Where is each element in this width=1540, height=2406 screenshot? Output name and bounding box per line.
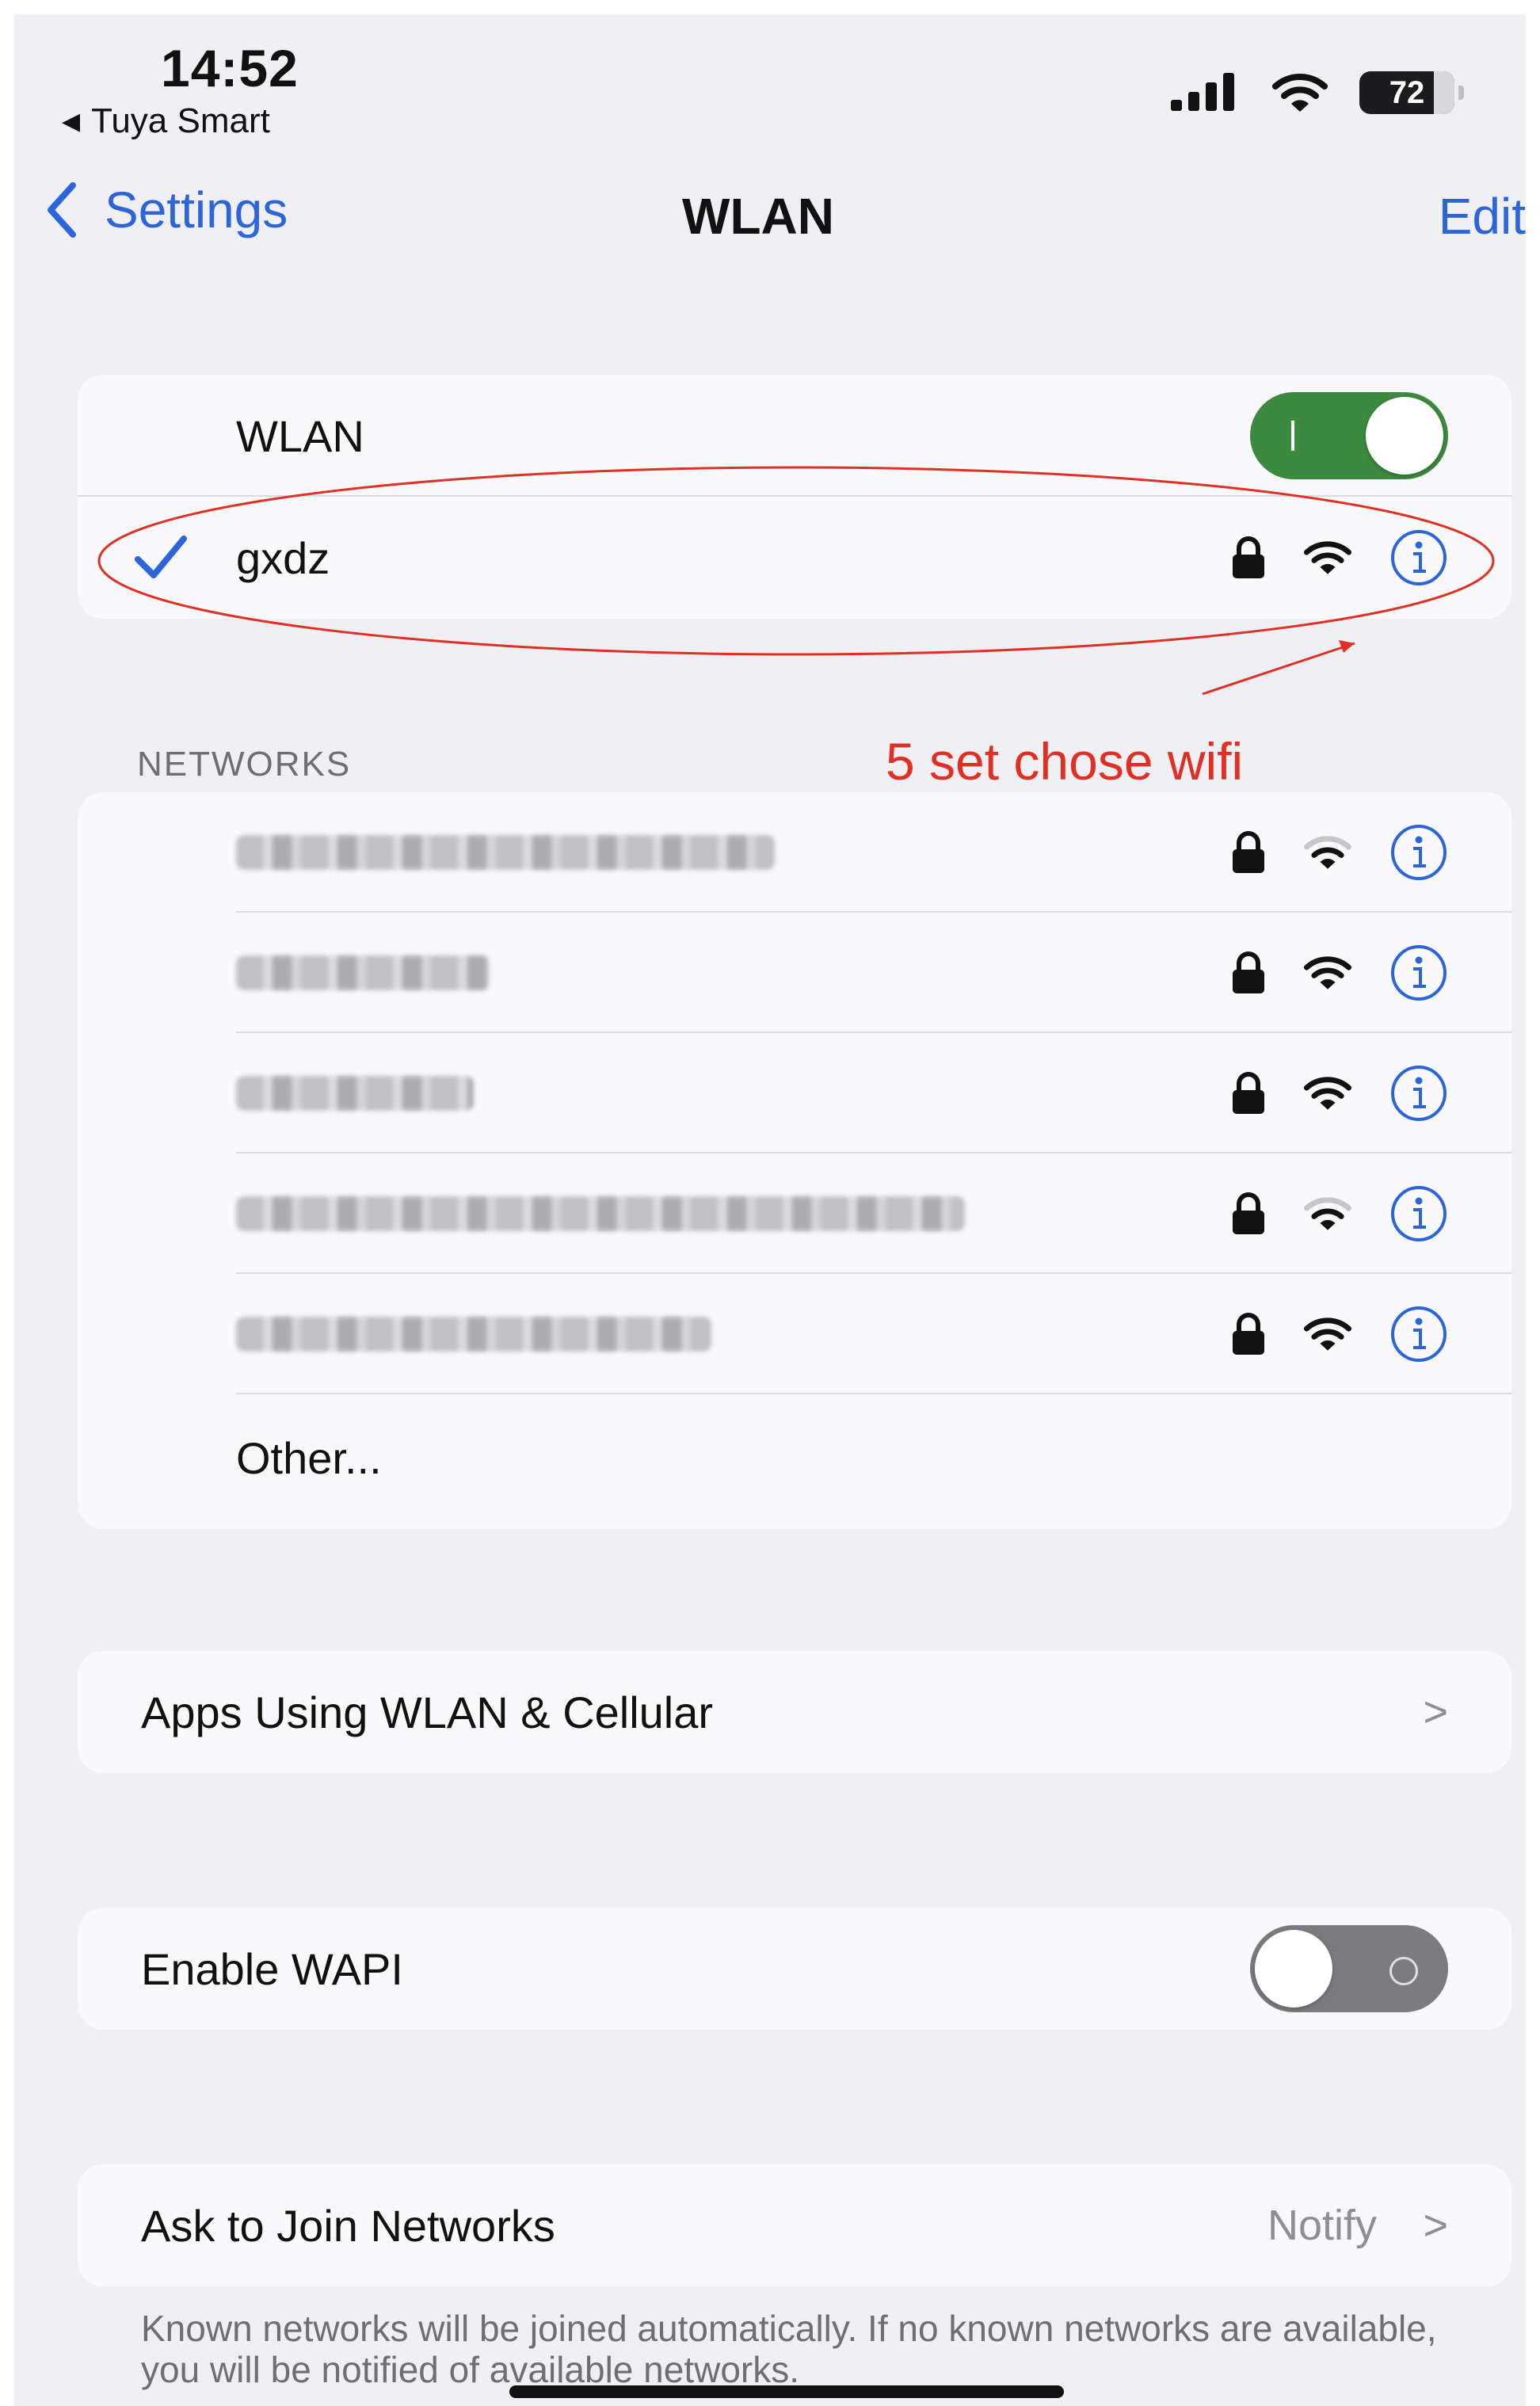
networks-section-header: NETWORKS	[137, 745, 352, 784]
other-network-row[interactable]: Other...	[78, 1394, 1511, 1521]
lock-icon	[1233, 831, 1264, 873]
ask-to-join-row[interactable]: Ask to Join Networks Notify >	[78, 2164, 1511, 2286]
network-name-blurred	[236, 1317, 711, 1352]
info-icon[interactable]	[1389, 1305, 1448, 1363]
network-name-blurred	[236, 1196, 965, 1231]
info-icon[interactable]	[1389, 1064, 1448, 1123]
ask-to-join-footer: Known networks will be joined automatica…	[141, 2308, 1437, 2390]
info-icon[interactable]	[1389, 944, 1448, 1002]
apps-using-wlan-row[interactable]: Apps Using WLAN & Cellular >	[78, 1651, 1511, 1773]
enable-wapi-row: Enable WAPI	[78, 1908, 1511, 2030]
annotation-highlight	[97, 466, 1495, 696]
lock-icon	[1233, 951, 1264, 993]
wifi-icon	[1304, 1077, 1351, 1110]
network-name-blurred	[236, 1076, 474, 1111]
wifi-icon	[1304, 956, 1351, 989]
info-icon[interactable]	[1389, 1184, 1448, 1243]
chevron-right-icon: >	[1423, 1688, 1448, 1736]
ask-to-join-value: Notify	[1267, 2202, 1377, 2249]
network-row[interactable]	[78, 913, 1511, 1033]
annotation-text: 5 set chose wifi	[886, 732, 1244, 791]
network-row[interactable]	[78, 792, 1511, 913]
home-indicator[interactable]	[509, 2385, 1064, 2398]
wlan-settings-screen: 14:52 ◀ Tuya Smart 72 Settings WLAN Edit	[14, 14, 1526, 2406]
enable-wapi-label: Enable WAPI	[141, 1943, 403, 1994]
other-network-label: Other...	[236, 1432, 382, 1483]
lock-icon	[1233, 1192, 1264, 1234]
wifi-icon	[1304, 836, 1351, 869]
network-name-blurred	[236, 835, 775, 870]
network-row[interactable]	[78, 1274, 1511, 1394]
lock-icon	[1233, 1313, 1264, 1355]
chevron-right-icon: >	[1423, 2202, 1448, 2249]
info-icon[interactable]	[1389, 823, 1448, 882]
wifi-icon	[1304, 1317, 1351, 1351]
wapi-toggle[interactable]	[1250, 1925, 1448, 2012]
network-name-blurred	[236, 955, 490, 990]
ask-to-join-label: Ask to Join Networks	[141, 2200, 555, 2251]
network-row[interactable]	[78, 1033, 1511, 1153]
battery-level: 72	[1389, 74, 1425, 110]
networks-card: Other...	[78, 792, 1511, 1529]
lock-icon	[1233, 1072, 1264, 1114]
apps-using-wlan-label: Apps Using WLAN & Cellular	[141, 1687, 714, 1737]
network-row[interactable]	[78, 1153, 1511, 1274]
wifi-icon	[1304, 1197, 1351, 1230]
